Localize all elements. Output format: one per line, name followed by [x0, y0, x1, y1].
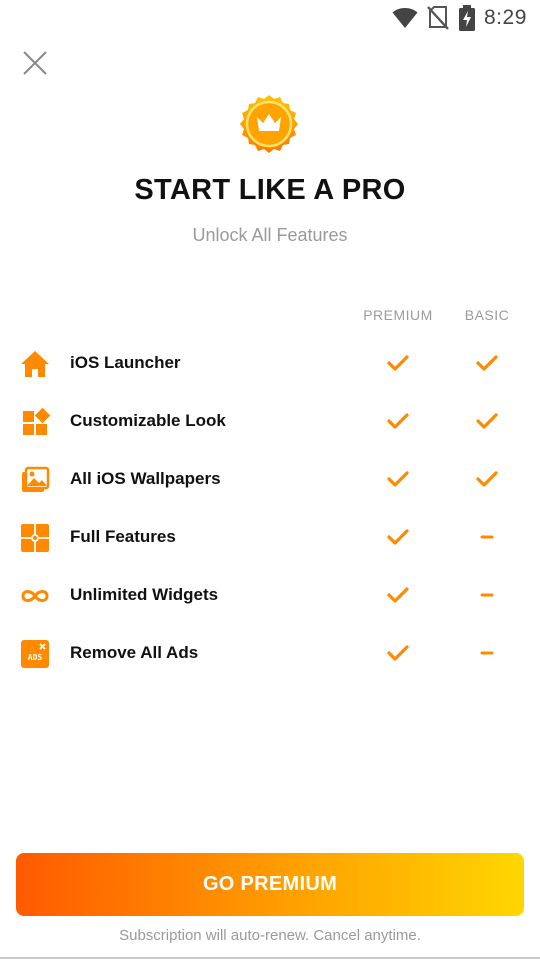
widgets-icon [23, 407, 50, 435]
feature-label: Customizable Look [70, 411, 226, 430]
check-icon [387, 587, 409, 603]
subscription-note: Subscription will auto-renew. Cancel any… [119, 927, 421, 944]
feature-row: ADS Remove All Ads [0, 624, 540, 682]
ads-icon: ADS [21, 640, 49, 668]
check-icon [387, 645, 409, 661]
home-icon [21, 351, 49, 377]
wifi-icon [392, 8, 418, 28]
feature-row: Unlimited Widgets [0, 566, 540, 624]
check-icon [387, 355, 409, 371]
check-icon [476, 471, 498, 487]
check-icon [476, 413, 498, 429]
go-premium-button[interactable]: GO PREMIUM [16, 853, 524, 916]
go-premium-label: GO PREMIUM [202, 873, 338, 895]
check-icon [387, 413, 409, 429]
divider [0, 957, 540, 959]
feature-row: Full Features [0, 508, 540, 566]
dash-icon [480, 593, 494, 597]
puzzle-icon [21, 524, 49, 552]
infinity-icon [21, 590, 49, 602]
status-bar: 8:29 [0, 0, 540, 36]
check-icon [387, 471, 409, 487]
dash-icon [480, 651, 494, 655]
battery-charging-icon [459, 5, 475, 31]
feature-row: All iOS Wallpapers [0, 450, 540, 508]
feature-label: Full Features [70, 527, 176, 546]
check-icon [387, 529, 409, 545]
check-icon [476, 355, 498, 371]
page-subtitle: Unlock All Features [192, 225, 348, 245]
column-header-premium: PREMIUM [363, 307, 433, 323]
feature-row: Customizable Look [0, 392, 540, 450]
crown-icon [240, 95, 298, 153]
column-header-basic: BASIC [464, 307, 510, 323]
feature-label: Remove All Ads [70, 643, 199, 662]
feature-label: Unlimited Widgets [70, 585, 219, 604]
svg-text:ADS: ADS [28, 653, 43, 662]
feature-row: iOS Launcher [0, 334, 540, 392]
feature-list: iOS Launcher Customizable Look All iOS W… [0, 334, 540, 682]
status-time: 8:29 [484, 6, 527, 29]
close-icon[interactable] [20, 48, 50, 78]
feature-label: iOS Launcher [70, 353, 181, 372]
page-title: START LIKE A PRO [134, 174, 406, 206]
feature-label: All iOS Wallpapers [70, 469, 221, 488]
no-sim-icon [427, 6, 449, 30]
wallpaper-icon [22, 466, 50, 492]
dash-icon [480, 535, 494, 539]
